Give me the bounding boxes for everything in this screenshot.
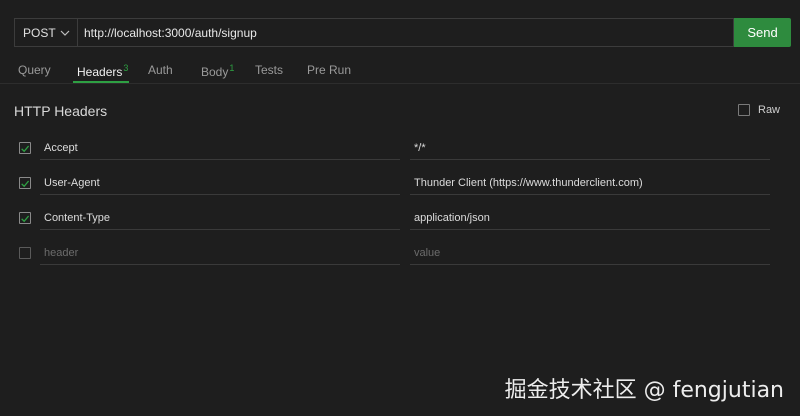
header-key-input[interactable]: Accept (40, 136, 400, 160)
url-text: http://localhost:3000/auth/signup (84, 25, 257, 40)
tab-query[interactable]: Query (18, 52, 51, 83)
tab-auth-label: Auth (148, 63, 173, 77)
header-key-input[interactable]: Content-Type (40, 206, 400, 230)
header-row-checkbox[interactable] (19, 142, 31, 154)
chevron-down-icon (60, 30, 70, 36)
url-input[interactable]: http://localhost:3000/auth/signup (78, 18, 734, 47)
raw-label: Raw (758, 104, 781, 116)
new-header-row: header value (0, 241, 800, 267)
tab-headers-label: Headers (77, 65, 123, 79)
header-value-input[interactable]: Thunder Client (https://www.thunderclien… (410, 171, 770, 195)
header-key-input[interactable]: User-Agent (40, 171, 400, 195)
new-header-value-input[interactable]: value (410, 241, 770, 265)
header-row-checkbox[interactable] (19, 177, 31, 189)
new-header-key-input[interactable]: header (40, 241, 400, 265)
header-row: Accept */* (0, 136, 800, 162)
header-value-input[interactable]: application/json (410, 206, 770, 230)
raw-toggle[interactable]: Raw (738, 104, 780, 116)
send-button[interactable]: Send (734, 18, 791, 47)
section-title: HTTP Headers (14, 103, 108, 119)
header-value-input[interactable]: */* (410, 136, 770, 160)
tab-tests-label: Tests (255, 63, 284, 77)
method-select[interactable]: POST (14, 18, 78, 47)
body-count-badge: 1 (229, 63, 235, 73)
tab-headers[interactable]: Headers3 (73, 52, 129, 83)
checkmark-icon (21, 180, 30, 187)
header-row: Content-Type application/json (0, 206, 800, 232)
method-label: POST (23, 25, 56, 40)
thunder-client-request-panel: POST http://localhost:3000/auth/signup S… (0, 0, 800, 416)
raw-checkbox[interactable] (738, 104, 750, 116)
new-header-checkbox[interactable] (19, 247, 31, 259)
tab-auth[interactable]: Auth (148, 52, 173, 83)
checkmark-icon (21, 215, 30, 222)
tab-pre-run-label: Pre Run (307, 63, 352, 77)
request-tabs: Query Headers3 Auth Body1 Tests Pre Run (0, 52, 800, 84)
tab-query-label: Query (18, 63, 51, 77)
tab-pre-run[interactable]: Pre Run (307, 52, 351, 83)
tab-tests[interactable]: Tests (255, 52, 283, 83)
tab-body[interactable]: Body1 (201, 52, 234, 83)
checkmark-icon (21, 145, 30, 152)
header-row: User-Agent Thunder Client (https://www.t… (0, 171, 800, 197)
headers-count-badge: 3 (123, 63, 129, 73)
watermark: 掘金技术社区 @ fengjutian (504, 378, 784, 403)
header-row-checkbox[interactable] (19, 212, 31, 224)
tab-body-label: Body (201, 65, 229, 79)
request-bar: POST http://localhost:3000/auth/signup S… (14, 18, 791, 47)
